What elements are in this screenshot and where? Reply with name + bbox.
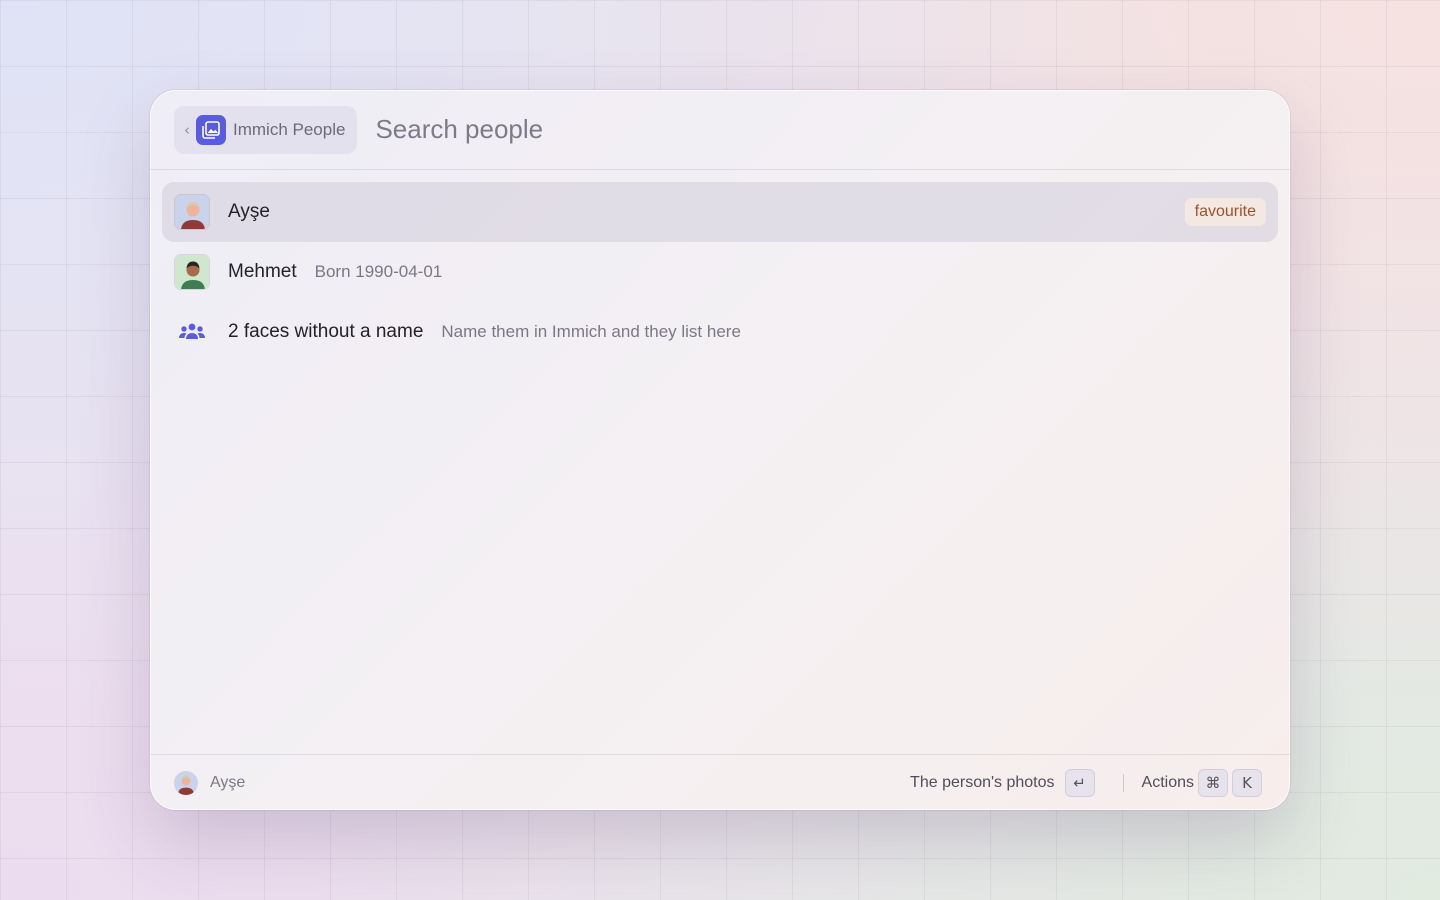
list-item-unnamed-faces[interactable]: 2 faces without a name Name them in Immi… xyxy=(162,302,1278,362)
back-button[interactable]: ‹ Immich People xyxy=(174,105,358,154)
actions-menu-button[interactable]: Actions ⌘ K xyxy=(1141,768,1262,797)
k-key-icon: K xyxy=(1232,768,1262,797)
favourite-tag: favourite xyxy=(1184,198,1266,226)
launcher-window: ‹ Immich People Ayşe xyxy=(150,90,1290,810)
people-list: Ayşe favourite Mehmet Born 1990-04-01 2 … xyxy=(150,170,1290,362)
list-item-title: Mehmet xyxy=(228,261,297,282)
search-header: ‹ Immich People xyxy=(150,90,1290,170)
person-avatar-icon xyxy=(174,254,210,290)
footer-divider xyxy=(1122,773,1124,792)
open-photos-action[interactable]: The person's photos ↵ xyxy=(910,768,1095,797)
list-item-ayse[interactable]: Ayşe favourite xyxy=(162,182,1278,242)
people-group-icon xyxy=(174,314,210,350)
command-key-icon: ⌘ xyxy=(1198,768,1228,797)
list-item-title: Ayşe xyxy=(228,201,270,222)
search-input[interactable] xyxy=(375,114,976,145)
list-item-subtitle: Born 1990-04-01 xyxy=(314,262,443,281)
action-bar: Ayşe The person's photos ↵ Actions ⌘ K xyxy=(150,754,1290,810)
chevron-left-icon: ‹ xyxy=(184,120,190,139)
primary-action-label: The person's photos xyxy=(910,773,1055,791)
photo-icon xyxy=(196,114,226,145)
list-item-mehmet[interactable]: Mehmet Born 1990-04-01 xyxy=(162,242,1278,302)
person-avatar-icon xyxy=(174,770,198,795)
extension-name: Immich People xyxy=(233,119,346,139)
selected-item-name: Ayşe xyxy=(210,773,246,791)
enter-key-icon: ↵ xyxy=(1064,768,1095,797)
list-item-title: 2 faces without a name xyxy=(228,321,424,342)
secondary-action-label: Actions xyxy=(1141,773,1194,791)
list-item-subtitle: Name them in Immich and they list here xyxy=(441,322,741,341)
person-avatar-icon xyxy=(174,194,210,230)
